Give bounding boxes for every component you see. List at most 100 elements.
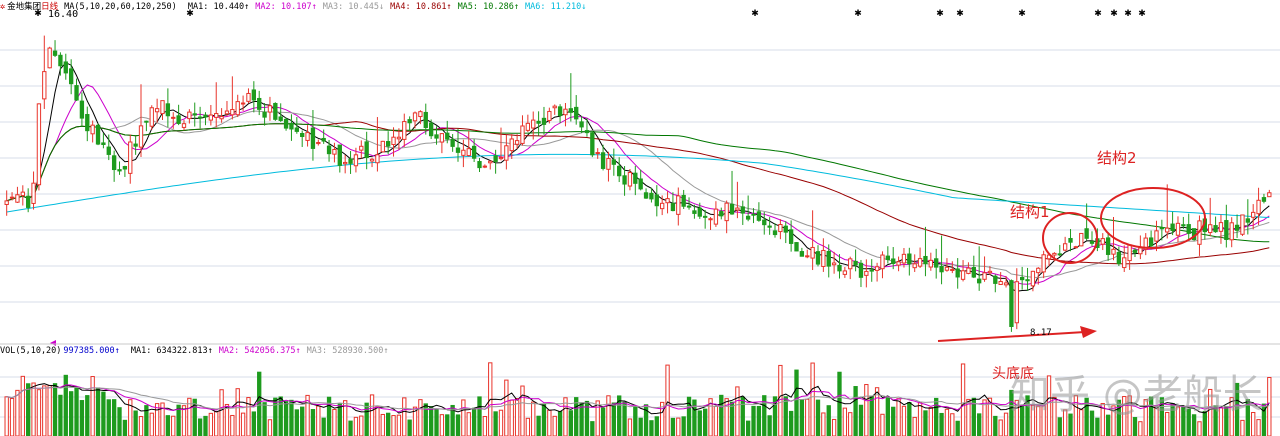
- candle-body: [767, 225, 772, 228]
- volume-bar: [364, 402, 369, 436]
- candle: [36, 103, 42, 191]
- candle-body: [278, 116, 283, 121]
- volume-bar: [122, 419, 128, 436]
- candle-body: [944, 266, 950, 271]
- candle-body: [1009, 280, 1014, 327]
- candle-body: [600, 152, 606, 169]
- volume-bar: [74, 387, 79, 436]
- candle-body: [1213, 225, 1218, 233]
- candle-body: [805, 255, 810, 258]
- candle-body: [208, 114, 214, 121]
- volume-bar: [547, 409, 552, 436]
- candle-body: [638, 178, 643, 190]
- structure2-label: 结构2: [1097, 149, 1137, 167]
- candle: [590, 130, 595, 158]
- volume-bar: [848, 412, 853, 436]
- candle-body: [4, 200, 9, 205]
- volume-bar: [896, 398, 901, 436]
- candle-body: [1030, 270, 1036, 287]
- volume-bar: [4, 396, 9, 436]
- volume-bar: [257, 371, 262, 436]
- candle-body: [197, 116, 203, 119]
- candle-body: [326, 145, 332, 155]
- candle-body: [396, 136, 402, 140]
- candle-body: [622, 175, 627, 185]
- volume-bar: [649, 420, 654, 436]
- candle-body: [686, 205, 692, 208]
- volume-bar: [402, 397, 407, 436]
- candle-body: [1073, 246, 1079, 249]
- candle-body: [471, 145, 477, 159]
- candle-body: [79, 100, 85, 119]
- volume-bar: [901, 405, 907, 436]
- candle-body: [541, 117, 547, 125]
- volume-bar: [197, 418, 203, 436]
- candle-body: [353, 154, 359, 167]
- ma-value-4: MA4: 10.861↑: [390, 2, 452, 12]
- volume-bar: [638, 417, 643, 436]
- candle-body: [171, 116, 176, 119]
- event-marker: ✱: [1018, 9, 1026, 19]
- volume-bar: [439, 414, 445, 436]
- volume-bar: [171, 415, 176, 436]
- candle-body: [1116, 251, 1122, 265]
- candle-body: [187, 111, 192, 120]
- candle-body: [74, 85, 79, 101]
- candle-body: [369, 158, 375, 162]
- candle-body: [90, 124, 95, 135]
- volume-bar: [590, 421, 595, 436]
- volume-bar: [251, 411, 257, 436]
- candle-body: [1019, 276, 1025, 281]
- volume-bar: [455, 414, 461, 436]
- volume-bar: [745, 420, 751, 436]
- structure1-label: 结构1: [1010, 203, 1050, 221]
- candle-body: [1181, 224, 1186, 227]
- candle-body: [181, 123, 187, 128]
- candle-body: [1105, 237, 1111, 255]
- candle-body: [987, 270, 993, 274]
- candle-body: [1100, 238, 1105, 245]
- candle-body: [1089, 241, 1095, 244]
- volume-bar: [181, 405, 187, 436]
- candle-body: [316, 141, 321, 145]
- candle-body: [1084, 228, 1089, 239]
- candle-body: [982, 272, 987, 280]
- candle-body: [574, 106, 579, 120]
- candle-body: [52, 50, 58, 56]
- candle-body: [654, 194, 659, 207]
- candle-body: [643, 192, 649, 199]
- volume-bar: [1003, 412, 1009, 436]
- stock-icon[interactable]: ✲: [0, 2, 5, 12]
- volume-bar: [934, 397, 939, 436]
- volume-bar: [805, 398, 810, 436]
- candle-body: [831, 262, 837, 266]
- candle-body: [928, 259, 933, 268]
- candle-body: [697, 207, 702, 217]
- candle-body: [246, 92, 251, 102]
- volume-bar: [665, 364, 670, 436]
- volume-bar: [681, 416, 686, 436]
- volume-bar: [203, 415, 208, 436]
- watermark: 知乎 @老船长: [1010, 372, 1263, 418]
- candle-body: [300, 132, 305, 138]
- volume-bar: [15, 389, 20, 436]
- candle-body: [729, 203, 735, 215]
- volume-bar: [353, 416, 359, 436]
- volume-bar: [740, 396, 745, 436]
- volume-bar: [95, 387, 101, 436]
- volume-bar: [955, 420, 960, 436]
- volume-bar: [407, 419, 412, 436]
- volume-bar: [493, 411, 498, 436]
- volume-bar: [165, 415, 171, 436]
- candle-body: [568, 108, 574, 113]
- candle-body: [1041, 254, 1046, 273]
- stock-name[interactable]: 金地集团: [7, 2, 41, 12]
- candle-body: [36, 103, 42, 186]
- ma-value-2: MA2: 10.107↑: [255, 2, 317, 12]
- volume-bar: [702, 408, 708, 436]
- volume-bar: [794, 369, 799, 436]
- candle-body: [633, 172, 638, 184]
- candle-body: [670, 203, 676, 212]
- candle-body: [778, 224, 783, 233]
- vol-ma-value-3: MA3: 528930.500↑: [306, 346, 389, 356]
